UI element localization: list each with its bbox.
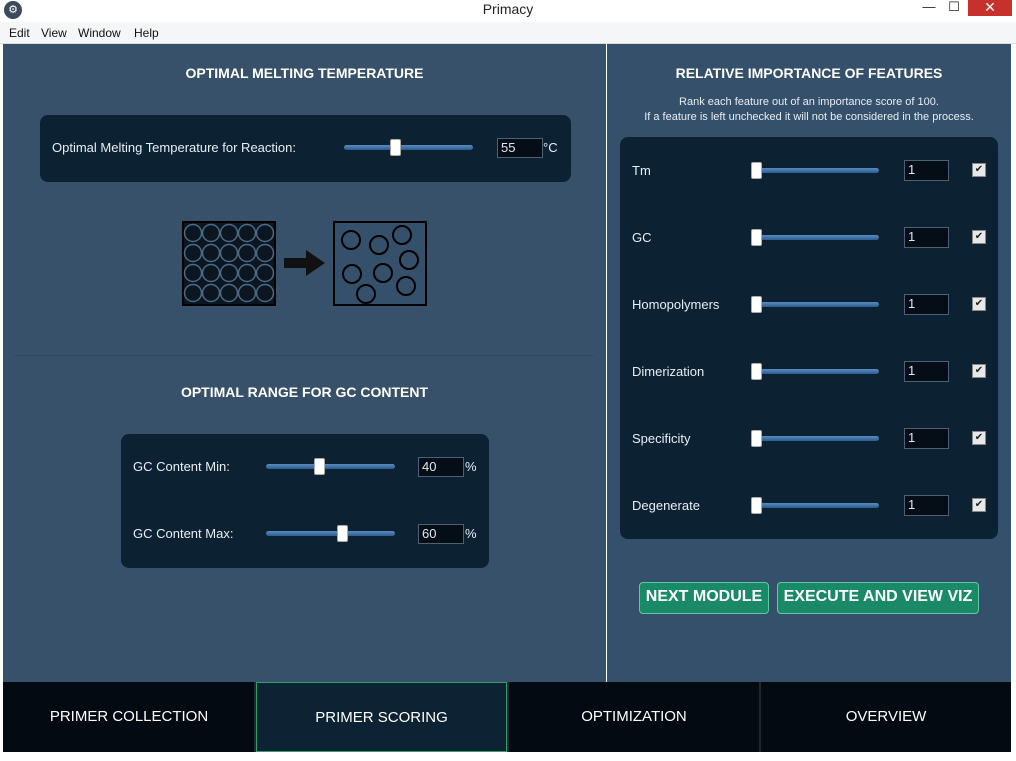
feature-checkbox[interactable]: ✔	[972, 163, 986, 177]
gc-max-unit: %	[465, 526, 477, 541]
feature-slider-track[interactable]	[752, 369, 879, 374]
feature-slider-thumb[interactable]	[751, 162, 762, 179]
gc-panel	[121, 434, 489, 568]
feature-checkbox[interactable]: ✔	[972, 230, 986, 244]
gc-min-input[interactable]: 40	[418, 457, 464, 477]
gc-min-slider-track[interactable]	[266, 464, 395, 469]
feature-slider-track[interactable]	[752, 503, 879, 508]
feature-slider-track[interactable]	[752, 235, 879, 240]
features-title: RELATIVE IMPORTANCE OF FEATURES	[675, 65, 943, 81]
melting-illustration	[182, 221, 427, 306]
features-panel	[620, 137, 998, 539]
next-module-button[interactable]: NEXT MODULE	[639, 582, 769, 614]
menu-bar: Edit View Window Help	[0, 22, 1016, 44]
feature-score-input[interactable]: 1	[904, 495, 949, 516]
features-desc-2: If a feature is left unchecked it will n…	[644, 111, 974, 123]
feature-label: Specificity	[632, 431, 691, 446]
feature-slider-thumb[interactable]	[751, 229, 762, 246]
melting-slider-thumb[interactable]	[390, 139, 402, 156]
tab-primer-collection[interactable]: PRIMER COLLECTION	[3, 682, 255, 752]
menu-help[interactable]: Help	[134, 22, 159, 44]
menu-edit[interactable]: Edit	[9, 22, 30, 44]
gc-min-slider-thumb[interactable]	[313, 458, 325, 475]
feature-slider-track[interactable]	[752, 168, 879, 173]
feature-label: GC	[632, 230, 652, 245]
feature-score-input[interactable]: 1	[904, 160, 949, 181]
tab-primer-scoring[interactable]: PRIMER SCORING	[256, 682, 507, 752]
melting-label: Optimal Melting Temperature for Reaction…	[52, 140, 296, 155]
gc-min-label: GC Content Min:	[133, 459, 230, 474]
gc-max-slider-thumb[interactable]	[337, 525, 349, 542]
tab-overview[interactable]: OVERVIEW	[761, 682, 1011, 752]
feature-checkbox[interactable]: ✔	[972, 297, 986, 311]
section-divider	[14, 355, 594, 356]
feature-checkbox[interactable]: ✔	[972, 498, 986, 512]
feature-slider-thumb[interactable]	[751, 497, 762, 514]
melting-unit: °C	[543, 140, 558, 155]
close-button[interactable]: ✕	[968, 0, 1012, 16]
melting-slider-track[interactable]	[344, 145, 473, 150]
feature-slider-track[interactable]	[752, 302, 879, 307]
feature-slider-thumb[interactable]	[751, 296, 762, 313]
feature-label: Degenerate	[632, 498, 700, 513]
feature-label: Dimerization	[632, 364, 705, 379]
minimize-button[interactable]: —	[917, 0, 941, 16]
feature-checkbox[interactable]: ✔	[972, 431, 986, 445]
melting-title: OPTIMAL MELTING TEMPERATURE	[185, 65, 424, 81]
arrow-right-icon	[284, 250, 325, 276]
gc-max-input[interactable]: 60	[418, 524, 464, 544]
feature-slider-thumb[interactable]	[751, 430, 762, 447]
feature-score-input[interactable]: 1	[904, 294, 949, 315]
maximize-button[interactable]: ☐	[942, 0, 966, 16]
gc-max-slider-track[interactable]	[266, 531, 395, 536]
feature-slider-thumb[interactable]	[751, 363, 762, 380]
feature-score-input[interactable]: 1	[904, 361, 949, 382]
feature-slider-track[interactable]	[752, 436, 879, 441]
melting-input[interactable]: 55	[497, 138, 543, 158]
window-title: Primacy	[482, 1, 534, 17]
menu-window[interactable]: Window	[78, 22, 121, 44]
feature-score-input[interactable]: 1	[904, 227, 949, 248]
feature-label: Homopolymers	[632, 297, 720, 312]
feature-score-input[interactable]: 1	[904, 428, 949, 449]
gc-title: OPTIMAL RANGE FOR GC CONTENT	[180, 384, 429, 400]
menu-view[interactable]: View	[41, 22, 67, 44]
execute-view-viz-button[interactable]: EXECUTE AND VIEW VIZ	[777, 582, 979, 614]
tab-optimization[interactable]: OPTIMIZATION	[509, 682, 759, 752]
feature-label: Tm	[632, 163, 651, 178]
gc-min-unit: %	[465, 459, 477, 474]
features-desc-1: Rank each feature out of an importance s…	[679, 96, 939, 108]
feature-checkbox[interactable]: ✔	[972, 364, 986, 378]
dense-box	[182, 221, 276, 306]
gc-max-label: GC Content Max:	[133, 526, 234, 541]
